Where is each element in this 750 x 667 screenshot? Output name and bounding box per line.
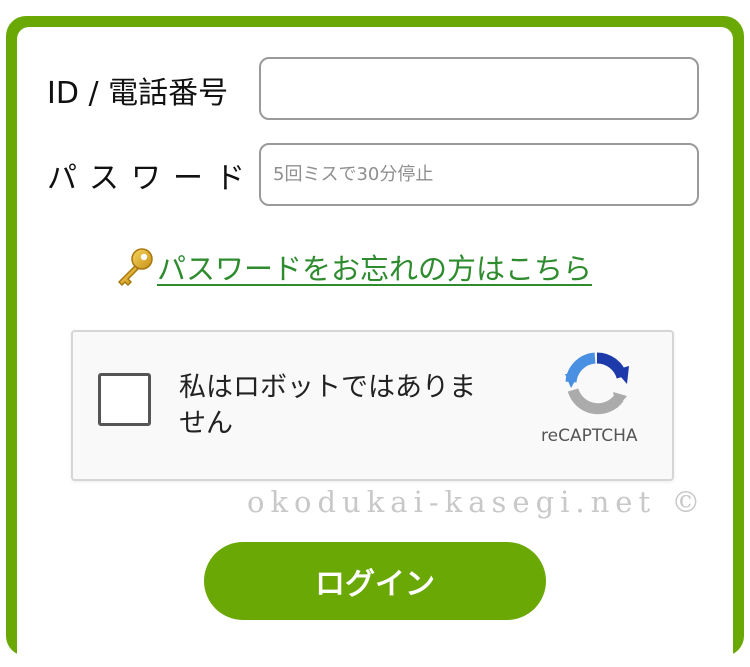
key-icon (113, 247, 155, 287)
login-button[interactable]: ログイン (204, 542, 546, 620)
id-label: ID / 電話番号 (47, 76, 229, 111)
recaptcha-brand: reCAPTCHA (541, 426, 638, 446)
recaptcha-label: 私はロボットではありません (179, 372, 476, 439)
id-input[interactable] (259, 57, 699, 120)
recaptcha-logo-icon (561, 352, 633, 418)
password-label: パスワード (47, 161, 257, 196)
forgot-password-link[interactable]: パスワードをお忘れの方はこちら (113, 246, 592, 288)
recaptcha-checkbox[interactable] (98, 373, 151, 426)
forgot-password-text: パスワードをお忘れの方はこちら (157, 252, 593, 286)
recaptcha-widget: 私はロボットではありません reCAPTCHA (71, 330, 674, 481)
watermark: okodukai-kasegi.net © (247, 485, 707, 519)
password-input[interactable] (259, 143, 699, 206)
